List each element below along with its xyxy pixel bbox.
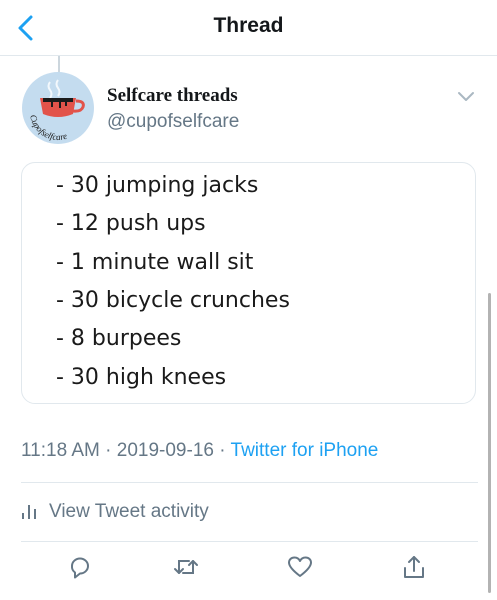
heart-icon xyxy=(288,556,312,577)
tweet-source-link[interactable]: Twitter for iPhone xyxy=(231,440,379,461)
page-title: Thread xyxy=(213,14,284,37)
svg-text:Cupofselfcare: Cupofselfcare xyxy=(28,114,68,142)
avatar[interactable]: Cupofselfcare xyxy=(22,72,94,144)
divider xyxy=(21,541,478,542)
bar-chart-icon xyxy=(22,505,36,519)
retweet-button[interactable] xyxy=(172,553,200,581)
reply-icon xyxy=(71,557,89,579)
scrollbar[interactable] xyxy=(488,293,491,593)
cup-logo-icon: Cupofselfcare xyxy=(28,79,85,142)
tweet-meta: 11:18 AM · 2019-09-16 · Twitter for iPho… xyxy=(21,440,378,462)
tweet-date: 2019-09-16 xyxy=(116,440,214,461)
meta-separator: · xyxy=(219,440,226,461)
card-text-line: - 12 push ups xyxy=(56,211,206,236)
card-text-line: - 30 high knees xyxy=(56,365,227,390)
view-tweet-activity-button[interactable]: View Tweet activity xyxy=(21,501,209,523)
card-text-line: - 8 burpees xyxy=(56,326,182,351)
display-name[interactable]: Selfcare threads xyxy=(107,85,238,107)
activity-label: View Tweet activity xyxy=(49,501,209,522)
like-button[interactable] xyxy=(286,553,314,581)
divider xyxy=(21,482,478,483)
card-text-line: - 1 minute wall sit xyxy=(56,250,254,275)
tweet-image-card[interactable]: - 30 jumping jacks - 12 push ups - 1 min… xyxy=(21,162,476,404)
card-text-line: - 30 bicycle crunches xyxy=(56,288,290,313)
tweet-time: 11:18 AM xyxy=(21,440,100,461)
avatar-brand-text: Cupofselfcare xyxy=(28,114,68,142)
reply-button[interactable] xyxy=(66,553,94,581)
share-button[interactable] xyxy=(400,553,428,581)
retweet-icon xyxy=(174,560,198,574)
meta-separator: · xyxy=(105,440,112,461)
user-handle[interactable]: @cupofselfcare xyxy=(107,111,239,133)
more-options-button[interactable] xyxy=(454,88,478,106)
tweet-actions-bar xyxy=(0,553,497,589)
nav-bar: Thread xyxy=(0,0,497,56)
share-icon xyxy=(404,556,424,578)
card-text-line: - 30 jumping jacks xyxy=(56,173,259,198)
chevron-down-icon xyxy=(458,92,474,101)
